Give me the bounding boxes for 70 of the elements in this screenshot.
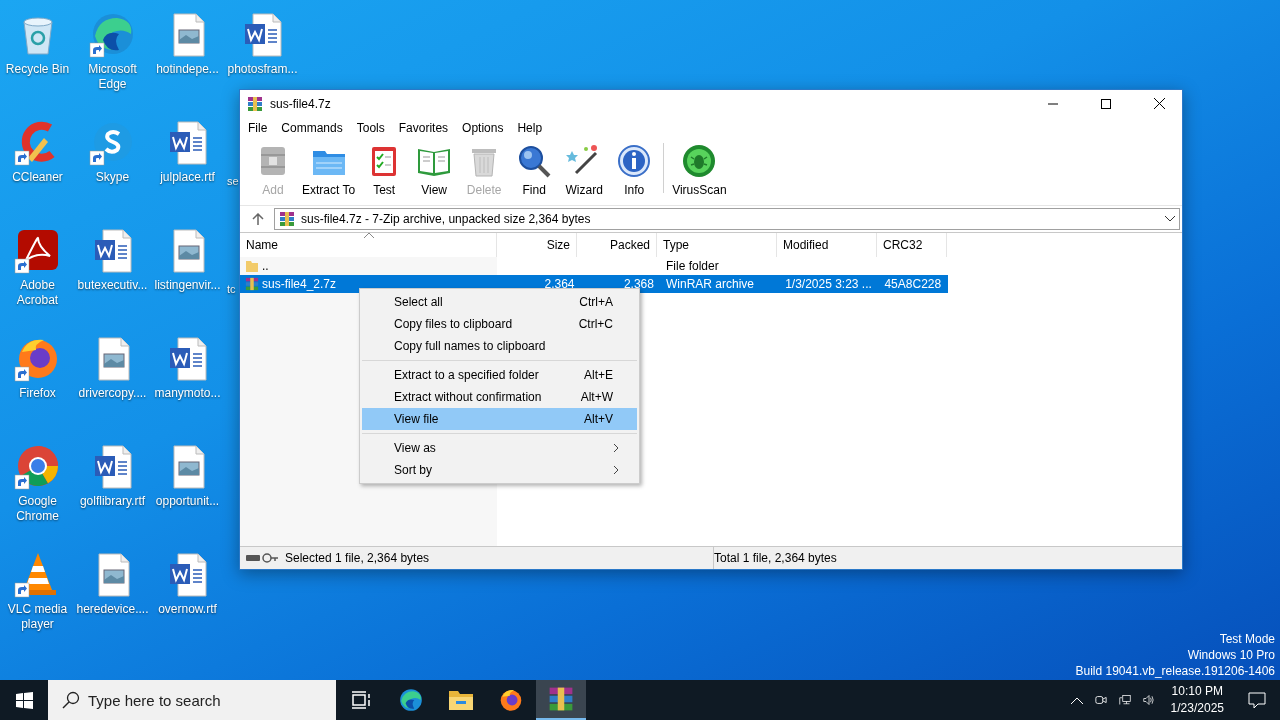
archive-icon bbox=[279, 211, 295, 227]
menu-item[interactable]: Commands bbox=[274, 119, 350, 137]
archive-app-icon bbox=[548, 686, 574, 712]
status-text: Selected 1 file, 2,364 bytes bbox=[285, 551, 430, 565]
toolbar-button[interactable]: Info bbox=[609, 143, 660, 197]
status-text: Total 1 file, 2,364 bytes bbox=[714, 551, 837, 565]
dropdown-caret-icon[interactable] bbox=[1165, 216, 1175, 222]
folder-icon bbox=[245, 259, 259, 273]
file-name: sus-file4_2.7z bbox=[262, 277, 337, 291]
archive-icon bbox=[245, 277, 259, 291]
menu-item[interactable]: View as bbox=[362, 437, 637, 459]
table-cell: 1/3/2025 3:23 ... bbox=[785, 277, 872, 291]
up-arrow-icon[interactable] bbox=[252, 213, 264, 225]
bug-icon bbox=[681, 143, 718, 179]
file-name: .. bbox=[262, 259, 269, 273]
toolbar-button[interactable]: Wizard bbox=[559, 143, 610, 197]
window-title: sus-file4.7z bbox=[270, 96, 332, 111]
search-icon bbox=[516, 143, 553, 179]
table-cell: WinRAR archive bbox=[665, 277, 754, 291]
column-header[interactable]: Packed bbox=[577, 233, 657, 257]
system-notice-text: Build 19041.vb_release.191206-1406 bbox=[1075, 663, 1275, 679]
column-header[interactable]: CRC32 bbox=[877, 233, 947, 257]
toolbar-button[interactable]: View bbox=[409, 143, 460, 197]
browser-icon bbox=[498, 687, 524, 713]
menu-item[interactable]: Extract without confirmation Alt+W bbox=[362, 386, 637, 408]
clock-time[interactable]: 10:10 PM bbox=[1171, 683, 1223, 700]
toolbar-button[interactable]: Test bbox=[359, 143, 410, 197]
search-icon bbox=[62, 691, 80, 709]
table-cell: 2,368 bbox=[623, 277, 654, 291]
file-row[interactable]: sus-file4_2.7z 2,364 2,368 WinRAR archive 1/3/2025 3:23 ... 45A8C228 bbox=[240, 275, 948, 293]
close-icon[interactable] bbox=[1153, 98, 1165, 109]
menu-item[interactable]: Copy files to clipboard Ctrl+C bbox=[362, 313, 637, 335]
start-icon[interactable] bbox=[15, 691, 33, 709]
archive-app-icon bbox=[247, 95, 263, 112]
drive-key-icon bbox=[245, 552, 279, 564]
info-icon bbox=[616, 143, 653, 179]
menu-item[interactable]: Sort by bbox=[362, 459, 637, 481]
menu-item[interactable]: File bbox=[241, 119, 275, 137]
file-row[interactable]: .. File folder bbox=[240, 257, 948, 275]
table-cell: 2,364 bbox=[544, 277, 575, 291]
clock-date[interactable]: 1/23/2025 bbox=[1170, 700, 1224, 717]
sort-caret-icon bbox=[364, 232, 374, 238]
task-view-icon bbox=[351, 691, 371, 709]
folder-icon bbox=[448, 689, 474, 711]
toolbar-button[interactable]: Find bbox=[509, 143, 560, 197]
table-cell: File folder bbox=[665, 259, 719, 273]
toolbar-button[interactable]: VirusScan bbox=[668, 143, 731, 197]
system-notice-text: Test Mode bbox=[1219, 631, 1275, 647]
address-field[interactable]: sus-file4.7z - 7-Zip archive, unpacked size 2,364 bytes bbox=[274, 208, 1180, 230]
column-header[interactable]: Size bbox=[497, 233, 577, 257]
column-header[interactable]: Type bbox=[657, 233, 777, 257]
menu-item[interactable]: Select all Ctrl+A bbox=[362, 291, 637, 313]
column-header[interactable]: Name bbox=[240, 233, 497, 257]
toolbar-button[interactable]: Extract To bbox=[298, 143, 360, 197]
chevron-right-icon bbox=[613, 465, 619, 475]
menu-item[interactable]: View file Alt+V bbox=[362, 408, 637, 430]
menu-item[interactable]: Tools bbox=[349, 119, 392, 137]
search-field[interactable]: Type here to search bbox=[48, 680, 336, 720]
chevron-right-icon bbox=[613, 443, 619, 453]
menu-item[interactable]: Help bbox=[510, 119, 550, 137]
system-notice-text: Windows 10 Pro bbox=[1187, 647, 1275, 663]
maximize-icon[interactable] bbox=[1101, 98, 1111, 109]
menu-item[interactable]: Options bbox=[455, 119, 511, 137]
menu-item[interactable]: Favorites bbox=[391, 119, 456, 137]
menu-item[interactable]: Extract to a specified folder Alt+E bbox=[362, 364, 637, 386]
browser-icon bbox=[398, 687, 424, 713]
column-header[interactable]: Modified bbox=[777, 233, 877, 257]
menu-item[interactable]: Copy full names to clipboard bbox=[362, 335, 637, 357]
table-cell: 45A8C228 bbox=[884, 277, 942, 291]
taskbar-button[interactable] bbox=[536, 680, 586, 720]
